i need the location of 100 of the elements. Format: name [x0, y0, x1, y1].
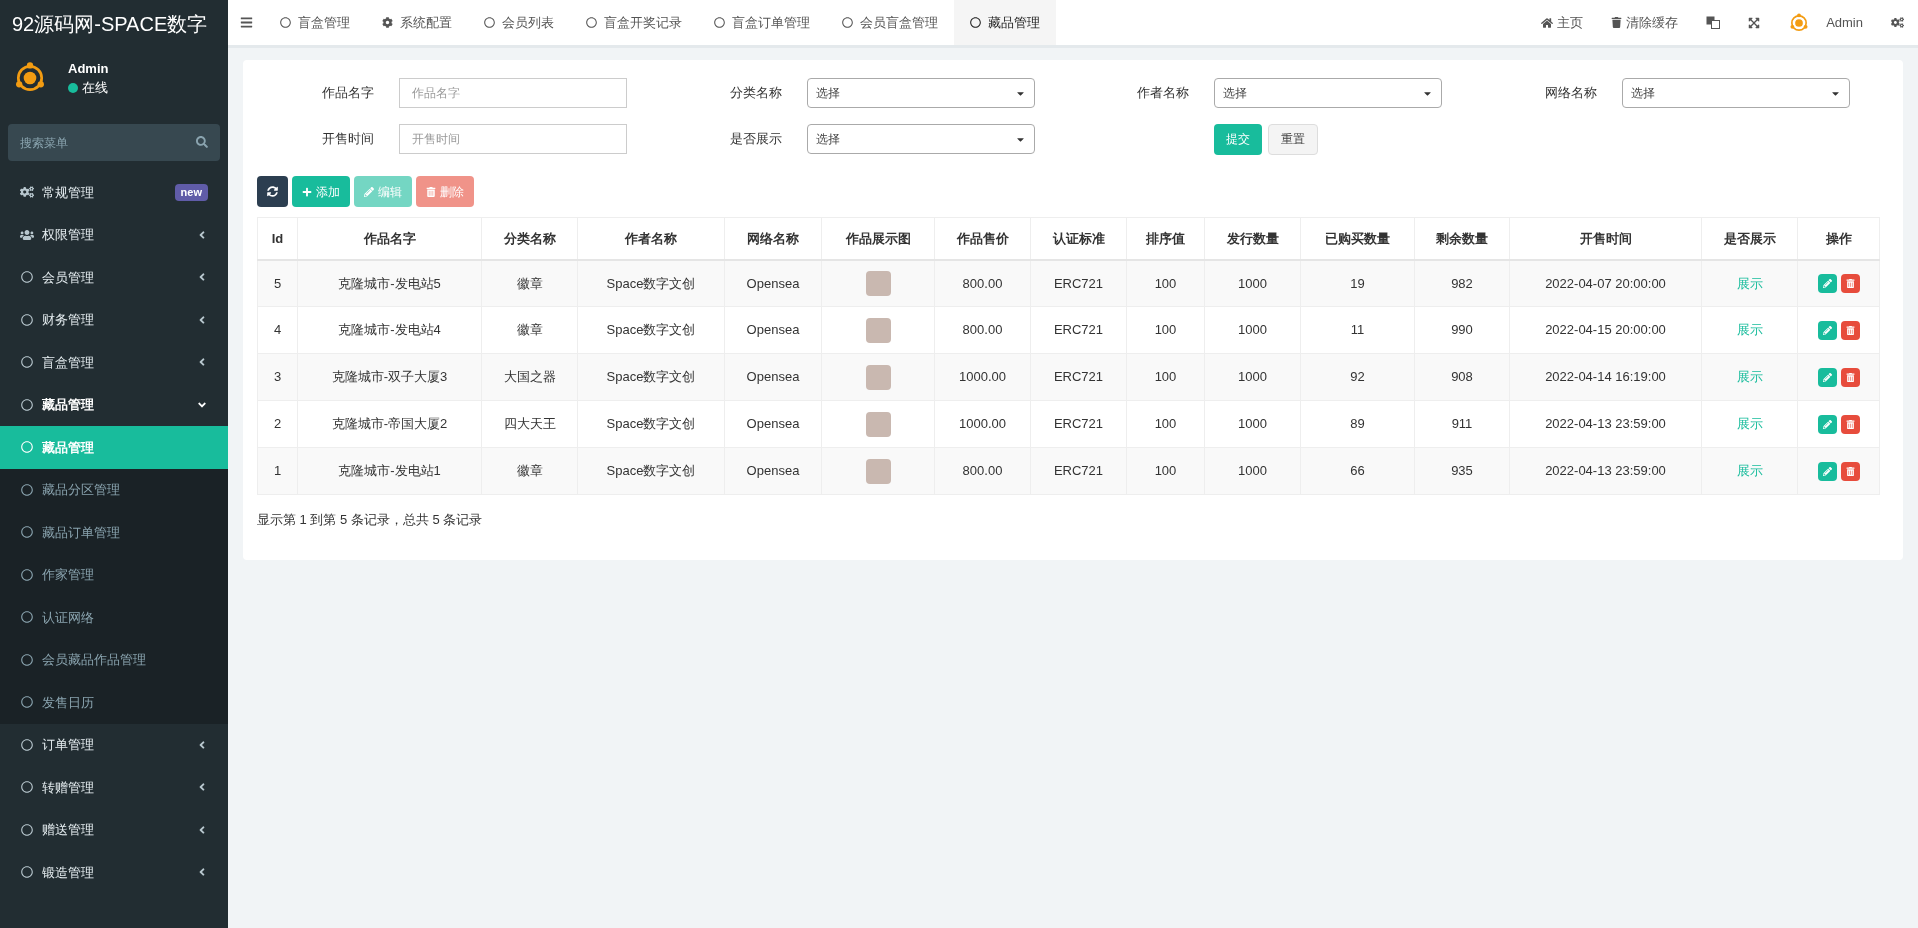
delete-row-button[interactable]	[1840, 414, 1860, 434]
column-header: 是否展示	[1701, 217, 1798, 260]
sidebar-item[interactable]: 藏品管理	[0, 383, 228, 426]
top-link[interactable]: 清除缓存	[1597, 0, 1693, 45]
filter-label: 作者名称	[1136, 84, 1190, 103]
table-cell: 982	[1451, 275, 1473, 291]
sidebar-item[interactable]: 权限管理	[0, 213, 228, 256]
submenu-item[interactable]: 藏品分区管理	[0, 468, 228, 511]
table-cell: 4	[273, 322, 282, 338]
table-cell: 800.00	[962, 322, 1003, 338]
table-cell: 92	[1350, 369, 1365, 385]
table-cell: 66	[1350, 463, 1365, 479]
top-link[interactable]: 主页	[1527, 0, 1598, 45]
delete-row-button[interactable]	[1840, 320, 1860, 340]
top-user-name[interactable]: Admin	[1826, 12, 1863, 33]
trash-icon	[1611, 17, 1623, 28]
table-cell: 四大天王	[503, 416, 556, 432]
table-cell: 大国之器	[503, 369, 556, 385]
table-cell: 100	[1154, 369, 1177, 385]
sidebar-item[interactable]: 锻造管理	[0, 851, 228, 894]
edit-row-button[interactable]	[1817, 320, 1837, 340]
pencil-icon	[1822, 325, 1832, 335]
edit-row-button[interactable]	[1817, 273, 1837, 293]
edit-row-button[interactable]	[1817, 461, 1837, 481]
nav-tab[interactable]: 会员盲盒管理	[826, 0, 954, 45]
search-icon[interactable]	[196, 136, 208, 148]
table-cell: 100	[1154, 275, 1177, 291]
refresh-icon	[267, 186, 278, 197]
table-cell: 2	[273, 416, 282, 432]
column-header: 排序值	[1126, 217, 1205, 260]
delete-row-button[interactable]	[1840, 273, 1860, 293]
filter-select[interactable]: 选择	[1214, 78, 1442, 108]
column-header: 认证标准	[1030, 217, 1127, 260]
trash-icon	[1845, 372, 1855, 382]
table-cell: 800.00	[962, 463, 1003, 479]
photo-placeholder	[865, 411, 891, 437]
table-cell: Space数字文创	[606, 463, 696, 479]
user-status: 在线	[82, 79, 108, 97]
table-cell: 100	[1154, 416, 1177, 432]
table-cell: 徽章	[516, 463, 543, 479]
filter-select[interactable]: 选择	[806, 124, 1035, 154]
sidebar-item[interactable]: 会员管理	[0, 256, 228, 299]
filter-input[interactable]: 开售时间	[399, 124, 627, 154]
sidebar-item[interactable]: 订单管理	[0, 723, 228, 766]
table-cell: Space数字文创	[606, 322, 696, 338]
photo-placeholder	[865, 317, 891, 343]
submenu-item[interactable]: 藏品订单管理	[0, 511, 228, 554]
edit-row-button[interactable]	[1817, 414, 1837, 434]
trash-icon	[1845, 466, 1855, 476]
edit-row-button[interactable]	[1817, 367, 1837, 387]
table-cell: Opensea	[746, 275, 800, 291]
table-cell: 89	[1350, 416, 1365, 432]
column-header: 已购买数量	[1300, 217, 1415, 260]
refresh-button[interactable]	[257, 176, 288, 207]
submenu-item[interactable]: 认证网络	[0, 596, 228, 639]
nav-tab[interactable]: 盲盒开奖记录	[570, 0, 698, 45]
pencil-icon	[1822, 278, 1832, 288]
table-cell: ERC721	[1053, 322, 1104, 338]
column-header: 剩余数量	[1414, 217, 1510, 260]
table-cell: 19	[1350, 275, 1365, 291]
submenu-item[interactable]: 发售日历	[0, 681, 228, 724]
delete-row-button[interactable]	[1840, 461, 1860, 481]
sidebar-item[interactable]: 转赠管理	[0, 766, 228, 809]
table-cell: 1000	[1238, 463, 1267, 479]
filter-input[interactable]: 作品名字	[399, 78, 627, 108]
sidebar-item[interactable]: 财务管理	[0, 298, 228, 341]
table-cell: 徽章	[516, 322, 543, 338]
submenu-item[interactable]: 作家管理	[0, 553, 228, 596]
nav-tab[interactable]: 盲盒管理	[264, 0, 366, 45]
pencil-icon	[1822, 419, 1832, 429]
column-header: 发行数量	[1204, 217, 1301, 260]
table-cell: ERC721	[1053, 416, 1104, 432]
nav-tab[interactable]: 藏品管理	[954, 0, 1056, 45]
trash-icon	[426, 186, 436, 197]
sidebar-item[interactable]: 赠送管理	[0, 808, 228, 851]
table-cell: Space数字文创	[606, 275, 696, 291]
nav-tab[interactable]: 系统配置	[366, 0, 468, 45]
settings-icon	[1891, 16, 1904, 29]
filter-label: 开售时间	[321, 130, 375, 149]
trash-icon	[1845, 419, 1855, 429]
table-cell: 1000.00	[959, 369, 1006, 385]
sidebar-item[interactable]: 常规管理 new	[0, 171, 228, 214]
delete-row-button[interactable]	[1840, 367, 1860, 387]
table-cell: 1	[273, 463, 282, 479]
trash-icon	[1845, 325, 1855, 335]
table-cell: ERC721	[1053, 463, 1104, 479]
nav-tab[interactable]: 会员列表	[468, 0, 570, 45]
table-cell: 克隆城市-发电站5	[338, 275, 441, 291]
menu-search-field[interactable]: 搜索菜单	[8, 124, 220, 161]
table-cell: 克隆城市-帝国大厦2	[331, 416, 448, 432]
filter-label: 作品名字	[321, 84, 375, 103]
trash-icon	[1845, 278, 1855, 288]
filter-select[interactable]: 选择	[806, 78, 1035, 108]
submenu-item[interactable]: 会员藏品作品管理	[0, 638, 228, 681]
nav-tab[interactable]: 盲盒订单管理	[698, 0, 826, 45]
fullscreen-icon	[1748, 16, 1761, 29]
table-cell: 5	[273, 275, 282, 291]
reset-button[interactable]: 重置	[1268, 123, 1318, 155]
sidebar-item[interactable]: 盲盒管理	[0, 341, 228, 384]
filter-select[interactable]: 选择	[1621, 78, 1850, 108]
